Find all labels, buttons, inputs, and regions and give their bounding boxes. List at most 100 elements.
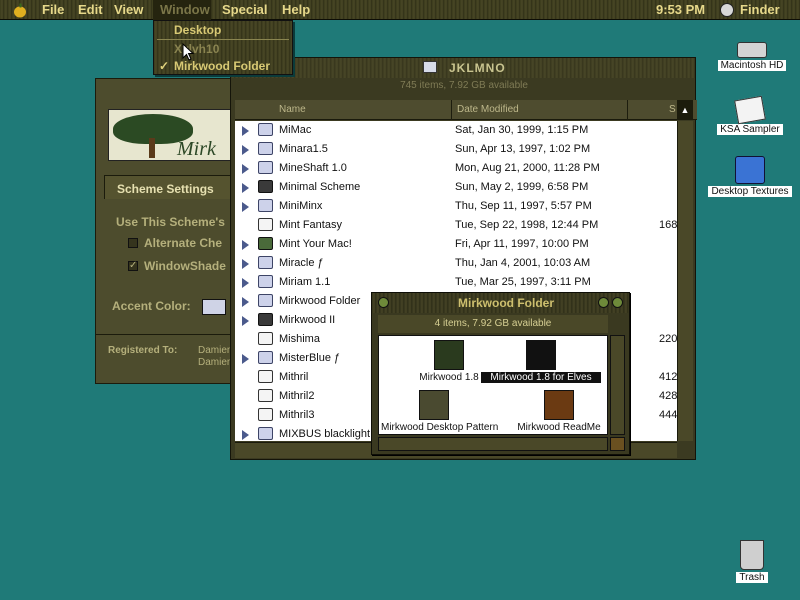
desktop-textures-icon[interactable]: Desktop Textures — [704, 156, 796, 197]
macintosh-hd-label: Macintosh HD — [717, 60, 787, 71]
sort-direction-button[interactable]: ▲ — [677, 100, 693, 120]
window-menu-item-desktop[interactable]: Desktop — [174, 23, 221, 37]
menu-file[interactable]: File — [42, 2, 64, 17]
mirkwood-desktop-pattern-item[interactable]: Mirkwood Desktop Pattern — [379, 390, 498, 433]
row-name: Miracle ƒ — [279, 257, 324, 269]
document-icon — [258, 408, 273, 421]
disclosure-triangle-icon[interactable] — [242, 183, 249, 193]
disclosure-triangle-icon[interactable] — [242, 278, 249, 288]
row-name: Minara1.5 — [279, 143, 328, 155]
row-name: MisterBlue ƒ — [279, 352, 341, 364]
menu-view[interactable]: View — [114, 2, 143, 17]
window-title: JKLMNO — [449, 61, 506, 75]
column-date-modified[interactable]: Date Modified — [457, 104, 519, 115]
folder-icon — [258, 427, 273, 440]
list-row[interactable]: MiniMinx Thu, Sep 11, 1997, 5:57 PM — [235, 197, 677, 216]
row-date: Tue, Mar 25, 1997, 3:11 PM — [455, 276, 591, 288]
trash-label: Trash — [736, 572, 768, 583]
list-row[interactable]: MineShaft 1.0 Mon, Aug 21, 2000, 11:28 PM — [235, 159, 677, 178]
list-row[interactable]: Mint Fantasy Tue, Sep 22, 1998, 12:44 PM 1… — [235, 216, 677, 235]
folder-icon — [258, 275, 273, 288]
mirkwood-horizontal-scrollbar[interactable] — [378, 437, 608, 451]
row-name: MIXBUS blacklight — [279, 428, 371, 440]
scheme-file-icon — [434, 340, 464, 370]
document-icon — [258, 389, 273, 402]
disclosure-triangle-icon[interactable] — [242, 145, 249, 155]
disclosure-triangle-icon[interactable] — [242, 164, 249, 174]
document-icon — [734, 95, 766, 125]
row-date: Sun, May 2, 1999, 6:58 PM — [455, 181, 589, 193]
disclosure-triangle-icon[interactable] — [242, 354, 249, 364]
menu-separator — [157, 39, 289, 40]
menu-special[interactable]: Special — [222, 2, 268, 17]
scheme-settings-window: Mirk Scheme Settings Use This Scheme's A… — [95, 78, 246, 384]
tab-scheme-settings[interactable]: Scheme Settings — [104, 175, 244, 199]
finder-icon — [720, 3, 734, 17]
list-row[interactable]: Mint Your Mac! Fri, Apr 11, 1997, 10:00 P… — [235, 235, 677, 254]
ksa-sampler-icon[interactable]: KSA Sampler — [712, 95, 788, 135]
desktop-textures-label: Desktop Textures — [708, 186, 792, 197]
list-row[interactable]: MiMac Sat, Jan 30, 1999, 1:15 PM — [235, 121, 677, 140]
row-date: Mon, Aug 21, 2000, 11:28 PM — [455, 162, 600, 174]
checkmark-icon: ✓ — [159, 59, 170, 73]
vertical-scrollbar[interactable] — [677, 121, 693, 441]
folder-icon — [258, 351, 273, 364]
disclosure-triangle-icon[interactable] — [242, 202, 249, 212]
row-name: Minimal Scheme — [279, 181, 361, 193]
window-menu-item-mirkwood[interactable]: Mirkwood Folder — [174, 59, 270, 73]
window-menu-item-2[interactable]: Xylvh10 — [174, 42, 219, 56]
macintosh-hd-icon[interactable]: Macintosh HD — [716, 42, 788, 71]
menu-help[interactable]: Help — [282, 2, 310, 17]
list-row[interactable]: Minara1.5 Sun, Apr 13, 1997, 1:02 PM — [235, 140, 677, 159]
row-name: MiMac — [279, 124, 312, 136]
trash-icon[interactable]: Trash — [730, 540, 774, 583]
disclosure-triangle-icon[interactable] — [242, 316, 249, 326]
windowshade-checkbox[interactable]: ✓ — [128, 261, 138, 271]
alternate-checkbox[interactable] — [128, 238, 138, 248]
disclosure-triangle-icon[interactable] — [242, 297, 249, 307]
row-date: Thu, Jan 4, 2001, 10:03 AM — [455, 257, 591, 269]
mirkwood-items-info: 4 items, 7.92 GB available — [378, 315, 608, 333]
grow-box-icon[interactable] — [610, 437, 625, 451]
disclosure-triangle-icon[interactable] — [242, 240, 249, 250]
list-row[interactable]: Minimal Scheme Sun, May 2, 1999, 6:58 PM — [235, 178, 677, 197]
accent-color-swatch[interactable] — [202, 299, 226, 315]
apple-menu-icon[interactable] — [12, 2, 28, 18]
disclosure-triangle-icon[interactable] — [242, 259, 249, 269]
list-window-titlebar[interactable]: JKLMNO — [231, 58, 695, 78]
mirkwood-readme-item[interactable]: Mirkwood ReadMe — [511, 390, 607, 433]
close-box-icon[interactable] — [378, 297, 389, 308]
mirkwood-vertical-scrollbar[interactable] — [610, 335, 625, 435]
row-name: MiniMinx — [279, 200, 323, 212]
mirkwood-1-8-item[interactable]: Mirkwood 1.8 — [409, 340, 489, 383]
folder-icon — [735, 156, 765, 184]
folder-icon — [258, 199, 273, 212]
menu-edit[interactable]: Edit — [78, 2, 103, 17]
mirkwood-folder-window: Mirkwood Folder 4 items, 7.92 GB availab… — [371, 292, 630, 455]
folder-icon — [258, 294, 273, 307]
column-size[interactable]: S — [669, 104, 676, 115]
ksa-sampler-label: KSA Sampler — [717, 124, 783, 135]
file-icon — [258, 180, 273, 193]
collapse-box-icon[interactable] — [612, 297, 623, 308]
list-row[interactable]: Miriam 1.1 Tue, Mar 25, 1997, 3:11 PM — [235, 273, 677, 292]
menu-window[interactable]: Window — [160, 2, 210, 17]
mirkwood-icon-view: Mirkwood 1.8 Mirkwood 1.8 for Elves Mirk… — [378, 335, 608, 435]
row-name: Mishima — [279, 333, 320, 345]
scheme-settings-label: Scheme Settings — [117, 182, 214, 196]
application-menu[interactable]: Finder — [740, 2, 780, 17]
folder-icon — [258, 256, 273, 269]
registration-panel: Registered To: Damien Damien — [96, 334, 246, 382]
row-size: 428 — [659, 390, 677, 402]
mirkwood-window-titlebar[interactable]: Mirkwood Folder — [372, 293, 629, 313]
mirkwood-window-title: Mirkwood Folder — [458, 296, 554, 310]
zoom-box-icon[interactable] — [598, 297, 609, 308]
row-date: Sat, Jan 30, 1999, 1:15 PM — [455, 124, 589, 136]
menubar-clock[interactable]: 9:53 PM — [656, 2, 705, 17]
mirkwood-1-8-elves-item[interactable]: Mirkwood 1.8 for Elves — [481, 340, 601, 383]
file-icon — [258, 237, 273, 250]
column-name[interactable]: Name — [279, 104, 306, 115]
disclosure-triangle-icon[interactable] — [242, 126, 249, 136]
list-row[interactable]: Miracle ƒ Thu, Jan 4, 2001, 10:03 AM — [235, 254, 677, 273]
disclosure-triangle-icon[interactable] — [242, 430, 249, 440]
